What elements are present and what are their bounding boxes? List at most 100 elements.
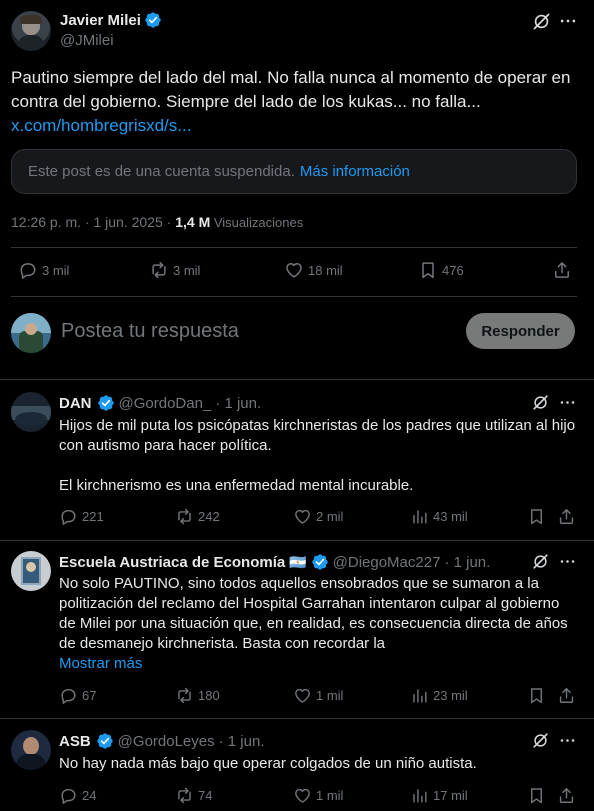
reply-submit-button[interactable]: Responder — [466, 313, 575, 349]
post-timestamp[interactable]: 12:26 p. m. · 1 jun. 2025 · — [11, 214, 175, 230]
quoted-notice-text: Este post es de una cuenta suspendida. — [28, 163, 295, 180]
bookmark-button[interactable] — [527, 686, 546, 705]
repost-button[interactable]: 180 — [175, 686, 220, 705]
verified-badge-icon — [144, 11, 162, 29]
quoted-post-notice: Este post es de una cuenta suspendida. M… — [11, 149, 577, 194]
repost-button[interactable]: 3 mil — [149, 260, 200, 280]
bookmark-icon — [527, 686, 546, 705]
share-icon — [557, 786, 576, 805]
like-button[interactable]: 18 mil — [284, 260, 343, 280]
reply-header: DAN @GordoDan_ · 1 jun. — [59, 394, 261, 412]
reply-body: Hijos de mil puta los psicópatas kirchne… — [59, 416, 584, 496]
reply-date[interactable]: · 1 jun. — [219, 733, 265, 750]
reply-button[interactable]: 24 — [59, 786, 96, 805]
repost-icon — [149, 260, 169, 280]
more-info-link[interactable]: Más información — [300, 163, 410, 180]
reply-date[interactable]: · 1 jun. — [215, 395, 261, 412]
reply-icon — [59, 786, 78, 805]
verified-badge-icon — [311, 553, 329, 571]
reply-avatar[interactable] — [11, 730, 51, 770]
share-icon — [557, 507, 576, 526]
reply-author-name[interactable]: DAN — [59, 395, 92, 412]
like-icon — [284, 260, 304, 280]
like-button[interactable]: 2 mil — [293, 507, 343, 526]
repost-icon — [175, 786, 194, 805]
more-icon[interactable] — [558, 552, 577, 571]
divider — [11, 247, 577, 248]
share-button[interactable] — [557, 507, 576, 526]
reply-button[interactable]: 221 — [59, 507, 104, 526]
show-more-link[interactable]: Mostrar más — [59, 654, 579, 674]
reply-input[interactable]: Postea tu respuesta — [61, 320, 239, 343]
views-count: 1,4 M — [175, 214, 211, 230]
like-count: 1 mil — [316, 788, 344, 803]
reply-text: No hay nada más bajo que operar colgados… — [59, 755, 477, 772]
views-button[interactable]: 43 mil — [410, 507, 468, 526]
views-count: 43 mil — [433, 509, 468, 524]
more-icon[interactable] — [558, 731, 577, 750]
divider — [0, 718, 594, 719]
share-button[interactable] — [557, 686, 576, 705]
reply-author-name[interactable]: Escuela Austriaca de Economía — [59, 554, 285, 571]
post-actions: 3 mil 3 mil 18 mil 476 — [0, 258, 594, 284]
like-count: 1 mil — [316, 688, 344, 703]
reply-actions: 221 242 2 mil 43 mil — [59, 507, 579, 529]
like-button[interactable]: 1 mil — [293, 786, 343, 805]
views-button[interactable]: 17 mil — [410, 786, 468, 805]
like-count: 18 mil — [308, 262, 343, 278]
bookmark-button[interactable] — [527, 507, 546, 526]
share-icon — [552, 260, 572, 280]
reply-actions: 67 180 1 mil 23 mil — [59, 686, 579, 708]
bookmark-count: 476 — [442, 262, 464, 278]
reply-author-handle[interactable]: @GordoLeyes — [118, 733, 215, 750]
bookmark-icon — [418, 260, 438, 280]
reply-author-name[interactable]: ASB — [59, 733, 91, 750]
share-button[interactable] — [552, 260, 572, 280]
views-count: 23 mil — [433, 688, 468, 703]
bookmark-button[interactable]: 476 — [418, 260, 464, 280]
grok-icon[interactable] — [531, 393, 550, 412]
reply-icon — [18, 260, 38, 280]
repost-button[interactable]: 242 — [175, 507, 220, 526]
reply-count: 221 — [82, 509, 104, 524]
reply-author-handle[interactable]: @GordoDan_ — [119, 395, 212, 412]
grok-icon[interactable] — [531, 552, 550, 571]
like-button[interactable]: 1 mil — [293, 686, 343, 705]
verified-badge-icon — [97, 394, 115, 412]
reply-icon — [59, 507, 78, 526]
repost-count: 3 mil — [173, 262, 201, 278]
share-button[interactable] — [557, 786, 576, 805]
current-user-avatar[interactable] — [11, 313, 51, 353]
reply-header: ASB @GordoLeyes · 1 jun. — [59, 732, 264, 750]
grok-icon[interactable] — [531, 731, 550, 750]
repost-button[interactable]: 74 — [175, 786, 212, 805]
more-icon[interactable] — [558, 393, 577, 412]
post-link[interactable]: x.com/hombregrisxd/s... — [11, 116, 191, 135]
author-name[interactable]: Javier Milei — [60, 12, 141, 29]
divider — [0, 379, 594, 380]
reply-actions: 24 74 1 mil 17 mil — [59, 786, 579, 808]
author-avatar[interactable] — [11, 11, 51, 51]
more-icon[interactable] — [558, 11, 578, 31]
post-meta: 12:26 p. m. · 1 jun. 2025 · 1,4 M Visual… — [11, 214, 303, 230]
views-button[interactable]: 23 mil — [410, 686, 468, 705]
reply-button[interactable]: 67 — [59, 686, 96, 705]
reply-button[interactable]: 3 mil — [18, 260, 69, 280]
like-icon — [293, 786, 312, 805]
views-label: Visualizaciones — [210, 215, 304, 230]
repost-icon — [175, 686, 194, 705]
reply-author-handle[interactable]: @DiegoMac227 — [333, 554, 441, 571]
repost-count: 74 — [198, 788, 213, 803]
post-body: Pautino siempre del lado del mal. No fal… — [11, 66, 583, 138]
reply-text: Hijos de mil puta los psicópatas kirchne… — [59, 417, 576, 454]
reply-count: 24 — [82, 788, 97, 803]
reply-avatar[interactable] — [11, 551, 51, 591]
verified-badge-icon — [96, 732, 114, 750]
reply-date[interactable]: · 1 jun. — [444, 554, 490, 571]
reply-text: No solo PAUTINO, sino todos aquellos ens… — [59, 575, 568, 652]
author-handle[interactable]: @JMilei — [60, 32, 162, 49]
bookmark-button[interactable] — [527, 786, 546, 805]
views-icon — [410, 786, 429, 805]
reply-avatar[interactable] — [11, 392, 51, 432]
grok-icon[interactable] — [531, 11, 552, 32]
